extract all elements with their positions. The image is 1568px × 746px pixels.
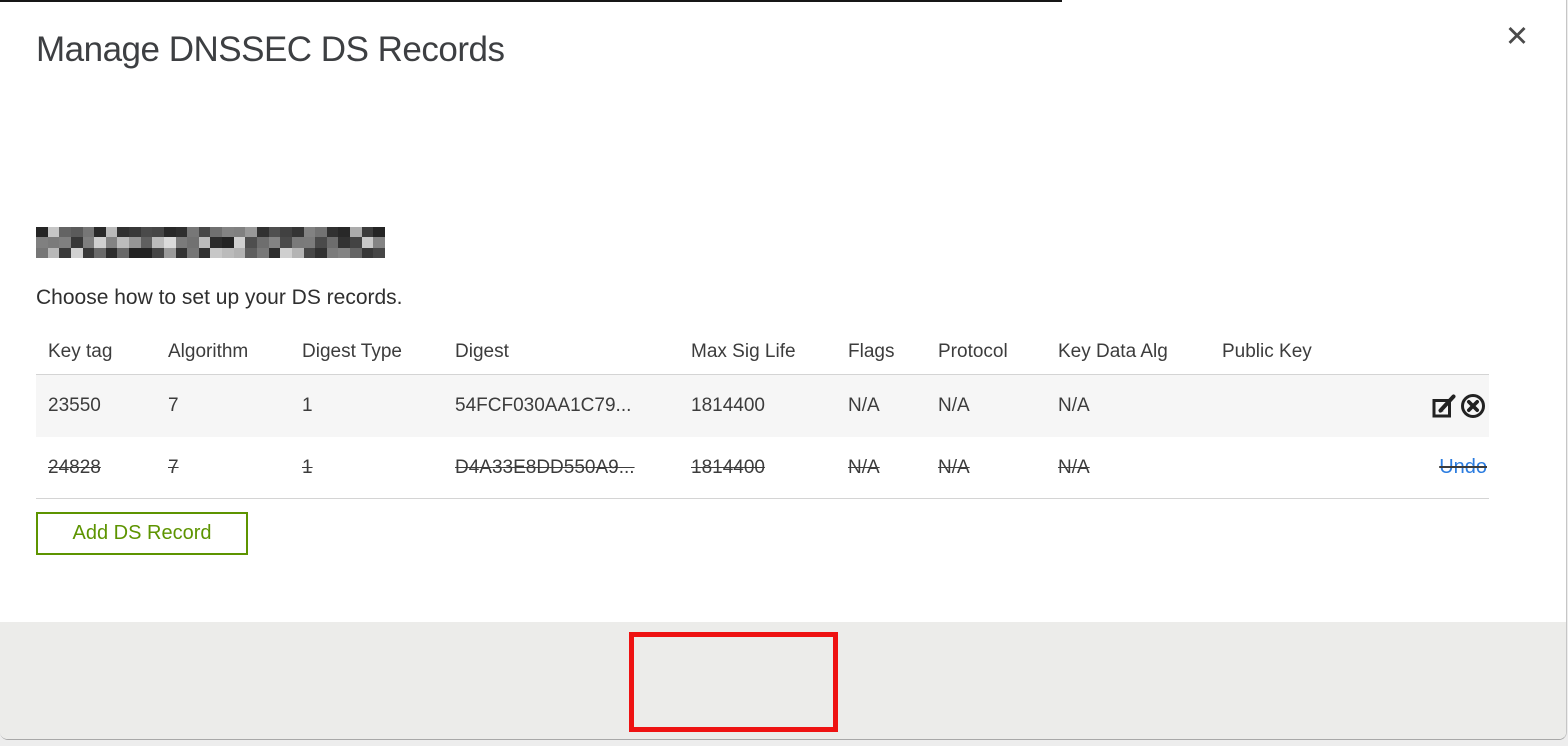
table-cell: 23550 [48,395,101,416]
dnssec-modal: Manage DNSSEC DS Records ✕ Choose how to… [0,0,1567,740]
table-cell: 1 [302,456,313,478]
table-cell: N/A [848,395,880,416]
modal-footer: Save Cancel [0,622,1566,739]
screen: Manage DNSSEC DS Records ✕ Choose how to… [0,0,1568,746]
table-cell: D4A33E8DD550A9... [455,456,635,478]
table-header-row: Key tag Algorithm Digest Type Digest Max Sig… [36,330,1489,375]
ds-records-table: Key tag Algorithm Digest Type Digest Max Sig… [36,330,1489,499]
table-cell: N/A [848,456,880,478]
column-header-algorithm: Algorithm [168,341,249,362]
table-cell: N/A [1058,395,1090,416]
table-row: 24828 7 1 D4A33E8DD550A9... 1814400 N/A N/A N/A… [36,437,1489,499]
table-cell: N/A [938,395,970,416]
close-icon[interactable]: ✕ [1498,18,1536,56]
column-header-public-key: Public Key [1222,341,1312,362]
undo-link[interactable]: Undo [1439,456,1487,479]
column-header-digest-type: Digest Type [302,341,402,362]
column-header-max-sig-life: Max Sig Life [691,341,796,362]
modal-title: Manage DNSSEC DS Records [36,30,505,69]
table-cell: 1 [302,395,313,416]
column-header-protocol: Protocol [938,341,1008,362]
table-body: 23550 7 1 54FCF030AA1C79... 1814400 N/A N/A N/A… [36,375,1489,499]
screen-edge-artifact [0,0,1062,2]
row-actions: Undo [1427,456,1489,479]
remove-icon[interactable] [1459,392,1487,420]
subtitle: Choose how to set up your DS records. [36,286,403,309]
column-header-key-tag: Key tag [48,341,113,362]
table-row: 23550 7 1 54FCF030AA1C79... 1814400 N/A N/A N/A [36,375,1489,437]
table-cell: 54FCF030AA1C79... [455,395,632,416]
row-actions [1427,392,1489,420]
table-cell: 24828 [48,456,101,478]
table-cell: N/A [938,456,970,478]
column-header-flags: Flags [848,341,895,362]
redacted-domain-name [36,227,385,258]
table-cell: N/A [1058,456,1090,478]
table-cell: 1814400 [691,395,765,416]
table-cell: 1814400 [691,456,765,478]
add-ds-record-button[interactable]: Add DS Record [36,512,248,555]
column-header-key-data-alg: Key Data Alg [1058,341,1168,362]
column-header-digest: Digest [455,341,509,362]
table-cell: 7 [168,395,179,416]
table-cell: 7 [168,456,179,478]
edit-icon[interactable] [1430,392,1458,420]
